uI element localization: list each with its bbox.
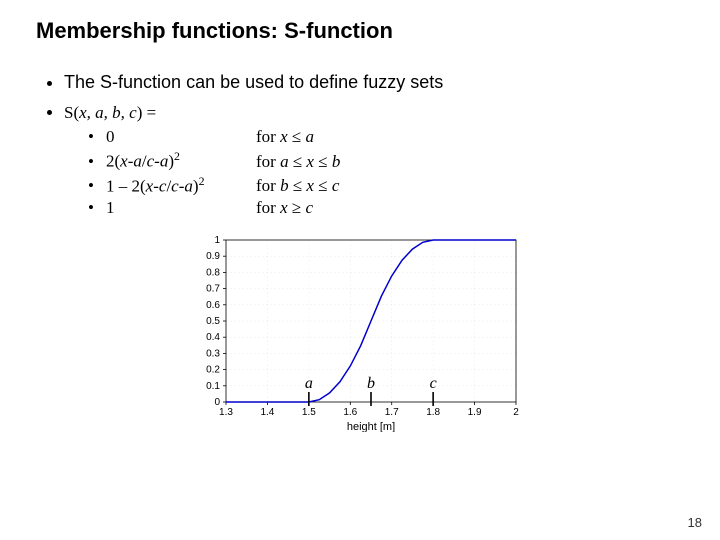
svg-text:0.2: 0.2: [206, 365, 220, 376]
func-def: S(x, a, b, c) =: [64, 103, 156, 122]
svg-text:c: c: [430, 375, 437, 392]
page-title: Membership functions: S-function: [36, 18, 684, 44]
svg-text:1.6: 1.6: [343, 407, 357, 418]
svg-text:0.7: 0.7: [206, 284, 220, 295]
svg-text:0.1: 0.1: [206, 381, 220, 392]
definition-bullet: S(x, a, b, c) = •0for x ≤ a•2(x-a/c-a)2f…: [64, 103, 684, 218]
piece-row: •2(x-a/c-a)2for a ≤ x ≤ b: [88, 149, 684, 172]
piece-row: •1 – 2(x-c/c-a)2for b ≤ x ≤ c: [88, 174, 684, 197]
svg-text:1.9: 1.9: [468, 407, 482, 418]
svg-text:1.5: 1.5: [302, 407, 316, 418]
svg-text:1.4: 1.4: [260, 407, 274, 418]
piece-row: •1for x ≥ c: [88, 198, 684, 218]
page-number: 18: [688, 515, 702, 530]
svg-text:height [m]: height [m]: [347, 421, 395, 432]
svg-text:0.3: 0.3: [206, 349, 220, 360]
piecewise-list: •0for x ≤ a•2(x-a/c-a)2for a ≤ x ≤ b•1 –…: [88, 127, 684, 218]
svg-text:1.8: 1.8: [426, 407, 440, 418]
intro-bullet: The S-function can be used to define fuz…: [64, 72, 684, 93]
svg-text:1.7: 1.7: [385, 407, 399, 418]
sfunction-chart: 00.10.20.30.40.50.60.70.80.911.31.41.51.…: [186, 232, 526, 432]
svg-text:0.9: 0.9: [206, 252, 220, 263]
svg-text:1: 1: [214, 235, 220, 246]
svg-text:a: a: [305, 375, 313, 392]
svg-text:0.8: 0.8: [206, 268, 220, 279]
chart-container: 00.10.20.30.40.50.60.70.80.911.31.41.51.…: [186, 232, 684, 432]
piece-row: •0for x ≤ a: [88, 127, 684, 147]
svg-text:0.6: 0.6: [206, 300, 220, 311]
svg-text:0.4: 0.4: [206, 333, 220, 344]
svg-text:1.3: 1.3: [219, 407, 233, 418]
svg-text:0.5: 0.5: [206, 316, 220, 327]
svg-text:b: b: [367, 375, 375, 392]
svg-text:2: 2: [513, 407, 519, 418]
